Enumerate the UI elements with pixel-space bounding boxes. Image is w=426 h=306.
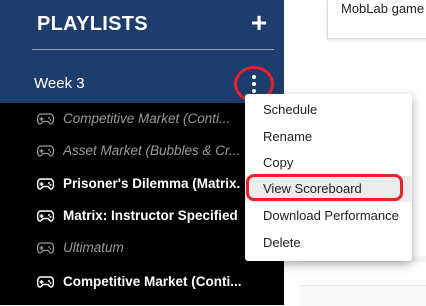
game-row[interactable]: Competitive Market (Conti... — [0, 268, 284, 298]
game-label: Matrix: Instructor Specified — [63, 208, 238, 223]
gamepad-icon — [37, 145, 54, 157]
annotation-highlight — [246, 174, 403, 201]
kebab-vertical-icon — [252, 75, 256, 93]
week-label[interactable]: Week 3 — [34, 75, 85, 92]
game-label: Prisoner's Dilemma (Matrix... — [63, 176, 241, 191]
game-row[interactable]: Asset Market (Bubbles & Cr... — [0, 137, 284, 167]
menu-item-label: Download Performance — [263, 208, 399, 223]
menu-item-schedule[interactable]: Schedule — [245, 97, 412, 123]
menu-item-delete[interactable]: Delete — [245, 230, 412, 256]
game-card-title: MobLab game — [341, 1, 425, 16]
gamepad-icon — [37, 210, 54, 222]
sidebar-title: PLAYLISTS — [37, 13, 148, 35]
game-row[interactable]: Matrix: Instructor Specified — [0, 202, 284, 232]
game-label: Ultimatum — [63, 240, 124, 255]
menu-item-label: Delete — [263, 235, 301, 250]
game-row[interactable]: Competitive Market (Conti... — [0, 105, 284, 135]
menu-item-label: Copy — [263, 155, 294, 170]
header-divider — [32, 49, 274, 50]
menu-item-copy[interactable]: Copy — [245, 150, 412, 176]
game-label: Asset Market (Bubbles & Cr... — [63, 143, 241, 158]
game-card-partial[interactable] — [300, 285, 426, 306]
menu-item-label: Rename — [263, 129, 313, 144]
gamepad-icon — [37, 276, 54, 288]
gamepad-icon — [37, 178, 54, 190]
game-label: Competitive Market (Conti... — [63, 111, 231, 126]
game-row[interactable]: Ultimatum — [0, 234, 284, 264]
menu-item-download-performance[interactable]: Download Performance — [245, 203, 412, 229]
menu-item-label: Schedule — [263, 102, 318, 117]
gamepad-icon — [37, 113, 54, 125]
game-label: Competitive Market (Conti... — [63, 274, 241, 289]
game-row[interactable]: Prisoner's Dilemma (Matrix... — [0, 170, 284, 200]
playlists-sidebar: PLAYLISTS + Week 3 Competitive Market (C… — [0, 0, 284, 305]
menu-item-rename[interactable]: Rename — [245, 124, 412, 150]
gamepad-icon — [37, 242, 54, 254]
plus-icon[interactable]: + — [246, 8, 272, 38]
